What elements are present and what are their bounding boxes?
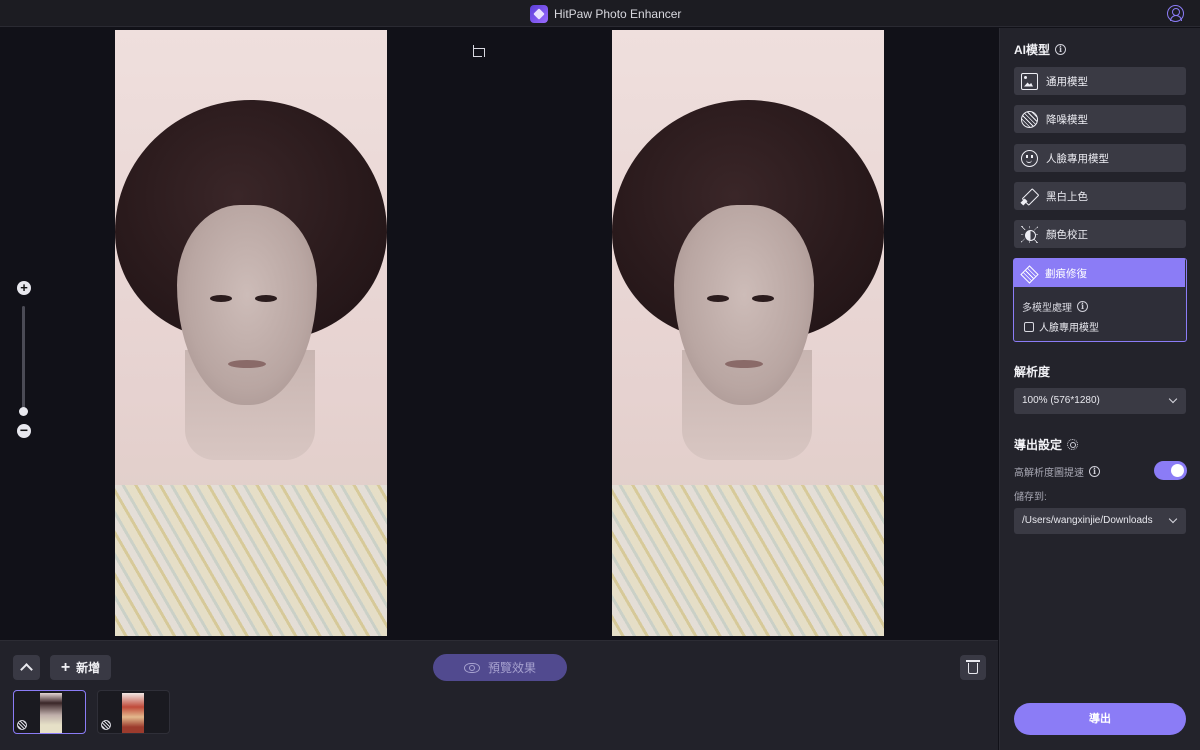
model-color-correct[interactable]: 顏色校正 [1014, 220, 1186, 248]
model-general[interactable]: 通用模型 [1014, 67, 1186, 95]
hd-speed-label-row: 高解析度圖提速 i [1014, 464, 1100, 479]
zoom-slider-track[interactable] [22, 306, 25, 414]
hd-speed-label: 高解析度圖提速 [1014, 468, 1084, 479]
preview-button-label: 預覽效果 [487, 661, 536, 675]
model-label: 人臉專用模型 [1046, 152, 1109, 165]
save-to-label: 儲存到: [1014, 492, 1047, 503]
face-model-checkbox[interactable] [1024, 321, 1034, 332]
photo-mouth [228, 360, 266, 368]
color-correct-icon [1021, 226, 1038, 243]
photo-eye-left [210, 295, 232, 302]
info-icon[interactable]: i [1055, 44, 1067, 55]
denoise-icon [1021, 110, 1038, 128]
preview-button[interactable]: 預覽效果 [433, 654, 567, 681]
title-wrap: HitPaw Photo Enhancer [530, 4, 681, 23]
add-button[interactable]: + 新增 [50, 655, 111, 680]
ai-model-heading: AI模型 i [1014, 41, 1067, 58]
app-title: HitPaw Photo Enhancer [554, 6, 682, 21]
eye-icon [463, 662, 480, 673]
scratch-repair-icon [17, 720, 27, 730]
photo-dress [612, 485, 884, 636]
multi-model-label: 多模型處理 i [1022, 299, 1088, 314]
thumbnail-image [40, 693, 62, 733]
resolution-heading: 解析度 [1014, 363, 1050, 380]
delete-button[interactable] [960, 655, 986, 680]
chevron-down-icon [1168, 514, 1178, 524]
zoom-slider-handle[interactable] [19, 407, 28, 416]
settings-panel: AI模型 i 通用模型 降噪模型 人臉專用模型 黑白上色 顏色校正 劃痕修復 多… [999, 28, 1200, 750]
colorize-icon [1021, 188, 1038, 205]
info-icon[interactable]: i [1077, 301, 1088, 312]
title-bar: HitPaw Photo Enhancer [0, 0, 1200, 27]
model-scratch-repair-header[interactable]: 劃痕修復 [1014, 259, 1185, 287]
photo-eye-left [707, 295, 729, 302]
thumbnail-image [122, 693, 144, 733]
ai-model-title: AI模型 [1014, 43, 1051, 57]
thumbnail-item[interactable] [97, 690, 170, 734]
original-photo [115, 30, 387, 636]
resolution-value: 100% (576*1280) [1022, 395, 1100, 406]
photo-mouth [725, 360, 763, 368]
save-path-select[interactable]: /Users/wangxinjie/Downloads [1014, 508, 1186, 534]
model-scratch-repair[interactable]: 劃痕修復 多模型處理 i 人臉專用模型 [1013, 258, 1187, 342]
chevron-down-icon [1168, 394, 1178, 404]
face-model-checkbox-row[interactable]: 人臉專用模型 [1024, 319, 1099, 334]
model-label: 劃痕修復 [1045, 267, 1087, 280]
plus-icon: + [60, 658, 71, 676]
preview-canvas: + − [0, 28, 998, 639]
model-label: 通用模型 [1046, 75, 1088, 88]
resolution-select[interactable]: 100% (576*1280) [1014, 388, 1186, 414]
hd-speed-toggle[interactable] [1154, 461, 1187, 480]
save-path-value: /Users/wangxinjie/Downloads [1022, 515, 1153, 526]
photo-eye-right [752, 295, 774, 302]
zoom-in-button[interactable]: + [17, 281, 31, 295]
model-denoise[interactable]: 降噪模型 [1014, 105, 1186, 133]
model-label: 顏色校正 [1046, 228, 1088, 241]
thumbnail-item[interactable] [13, 690, 86, 734]
model-label: 黑白上色 [1046, 190, 1088, 203]
image-icon [1021, 72, 1038, 90]
export-button[interactable]: 導出 [1014, 703, 1186, 735]
model-face[interactable]: 人臉專用模型 [1014, 144, 1186, 172]
model-label: 降噪模型 [1046, 113, 1088, 126]
hitpaw-logo-icon [530, 4, 548, 23]
zoom-out-button[interactable]: − [17, 423, 31, 438]
gear-icon[interactable] [1067, 439, 1079, 450]
resolution-title: 解析度 [1014, 365, 1051, 379]
crop-icon[interactable] [470, 45, 485, 59]
multi-model-text: 多模型處理 [1022, 303, 1072, 314]
bottom-tray: + 新增 預覽效果 [0, 640, 998, 750]
scratch-repair-icon [101, 720, 111, 730]
user-circle-icon[interactable] [1167, 5, 1184, 22]
collapse-tray-button[interactable] [13, 655, 40, 680]
photo-eye-right [255, 295, 277, 302]
export-settings-title: 導出設定 [1014, 438, 1063, 452]
model-colorize[interactable]: 黑白上色 [1014, 182, 1186, 210]
add-button-label: 新增 [76, 661, 101, 675]
photo-dress [115, 485, 387, 636]
enhanced-photo [612, 30, 884, 636]
scratch-repair-icon [1020, 265, 1037, 282]
face-icon [1021, 149, 1038, 167]
export-settings-heading: 導出設定 [1014, 436, 1079, 453]
face-model-checkbox-label: 人臉專用模型 [1039, 323, 1099, 334]
info-icon[interactable]: i [1089, 466, 1100, 477]
trash-icon [966, 660, 980, 674]
